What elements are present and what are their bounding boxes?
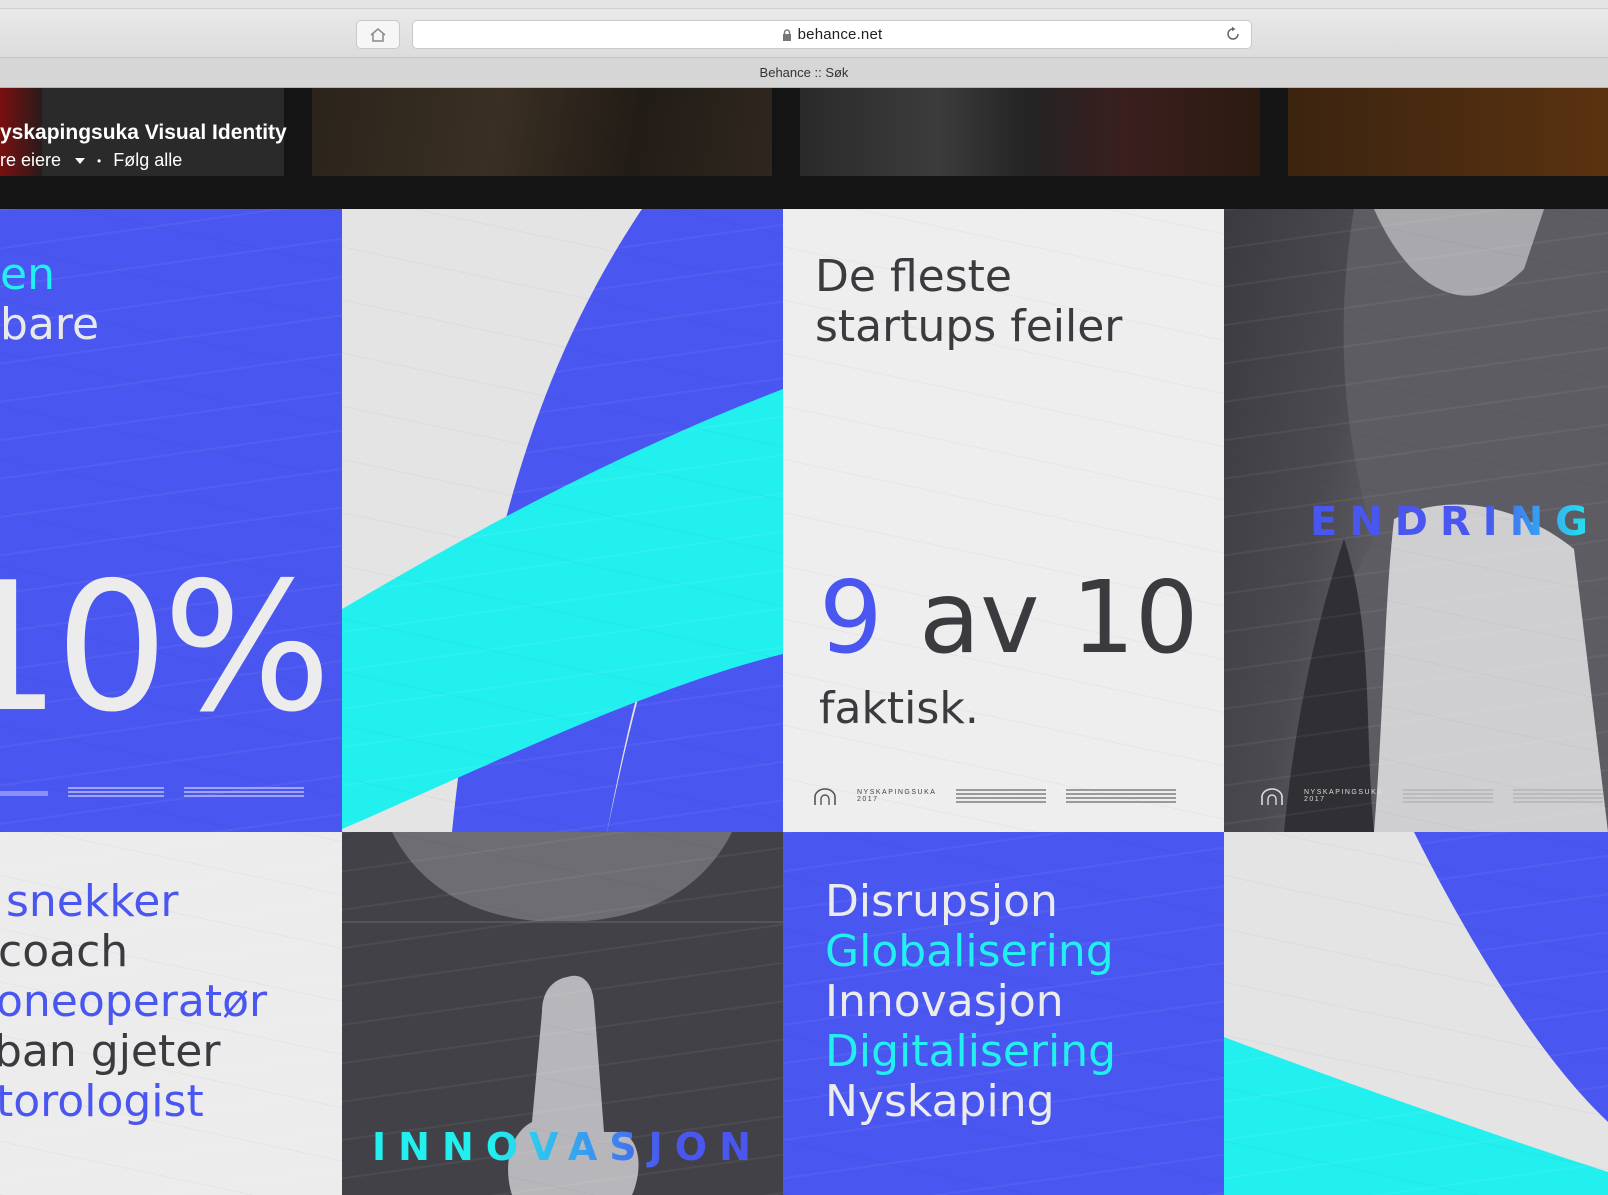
project-title[interactable]: yskapingsuka Visual Identity bbox=[0, 121, 287, 145]
poster-word: ENDRING bbox=[1310, 499, 1600, 545]
poster-word: INNOVASJON bbox=[372, 1125, 763, 1169]
project-thumbnail[interactable] bbox=[1288, 88, 1608, 176]
poster-professions[interactable]: snekker coach oneoperatør ban gjeter tor… bbox=[0, 832, 342, 1195]
poster-abstract[interactable] bbox=[342, 209, 783, 832]
poster-list-item: ban gjeter bbox=[0, 1026, 221, 1077]
poster-endring[interactable]: ENDRING NYSKAPINGSUKA 2017 bbox=[1224, 209, 1608, 832]
poster-abstract-2[interactable] bbox=[1224, 832, 1608, 1195]
poster-percent[interactable]: en bare 10% bbox=[0, 209, 342, 832]
poster-list-item: snekker bbox=[6, 876, 179, 927]
home-button[interactable] bbox=[356, 20, 400, 49]
poster-list-item: oneoperatør bbox=[0, 976, 268, 1027]
poster-list-item: Digitalisering bbox=[825, 1026, 1117, 1077]
poster-innovasjon[interactable]: INNOVASJON bbox=[342, 832, 783, 1195]
poster-list-item: Disrupsjon bbox=[825, 876, 1058, 927]
poster-list-item: Innovasjon bbox=[825, 976, 1064, 1027]
poster-statistic[interactable]: De fleste startups feiler 9 av 10 faktis… bbox=[783, 209, 1224, 832]
poster-line: bare bbox=[0, 299, 100, 350]
poster-line: en bbox=[0, 249, 55, 300]
project-meta: re eiere • Følg alle bbox=[0, 150, 182, 171]
brand-arch-icon bbox=[1261, 788, 1283, 805]
tab-bar: Behance :: Søk bbox=[0, 58, 1608, 88]
brand-year: 2017 bbox=[1304, 796, 1326, 803]
poster-line: De fleste bbox=[815, 251, 1012, 302]
poster-stat-rest: av 10 bbox=[919, 559, 1199, 676]
poster-list-item: Globalisering bbox=[825, 926, 1114, 977]
home-icon bbox=[370, 27, 386, 42]
browser-toolbar: behance.net bbox=[0, 0, 1608, 58]
poster-percent-value: 10% bbox=[0, 544, 332, 751]
abstract-shapes bbox=[342, 209, 783, 832]
poster-list-item: Nyskaping bbox=[825, 1076, 1055, 1127]
project-thumbnail[interactable] bbox=[800, 88, 1260, 176]
tab-title[interactable]: Behance :: Søk bbox=[760, 65, 849, 80]
brand-arch-icon bbox=[814, 788, 836, 805]
poster-stat-nine: 9 bbox=[819, 559, 883, 676]
brand-name: NYSKAPINGSUKA bbox=[1304, 789, 1384, 796]
follow-all-link[interactable]: Følg alle bbox=[113, 150, 182, 171]
reload-icon[interactable] bbox=[1225, 26, 1241, 42]
separator-dot: • bbox=[97, 153, 102, 168]
project-header: yskapingsuka Visual Identity re eiere • … bbox=[0, 88, 1608, 209]
poster-line: startups feiler bbox=[815, 301, 1123, 352]
lock-icon bbox=[782, 28, 791, 41]
poster-list-item: coach bbox=[0, 926, 129, 977]
brand-name: NYSKAPINGSUKA bbox=[857, 789, 937, 796]
brand-year: 2017 bbox=[857, 796, 879, 803]
url-text: behance.net bbox=[797, 26, 883, 43]
poster-keywords[interactable]: Disrupsjon Globalisering Innovasjon Digi… bbox=[783, 832, 1224, 1195]
poster-footer bbox=[0, 787, 304, 799]
poster-list-item: torologist bbox=[0, 1076, 204, 1127]
address-bar[interactable]: behance.net bbox=[412, 20, 1252, 49]
poster-footer: NYSKAPINGSUKA 2017 bbox=[1260, 787, 1604, 805]
dropdown-caret-icon bbox=[75, 157, 86, 164]
abstract-shapes bbox=[1224, 832, 1608, 1195]
owners-label: re eiere bbox=[0, 150, 62, 170]
owners-dropdown[interactable]: re eiere bbox=[0, 150, 86, 171]
poster-line: faktisk. bbox=[819, 683, 979, 734]
poster-footer: NYSKAPINGSUKA 2017 bbox=[813, 787, 1177, 805]
project-thumbnail[interactable] bbox=[312, 88, 772, 176]
